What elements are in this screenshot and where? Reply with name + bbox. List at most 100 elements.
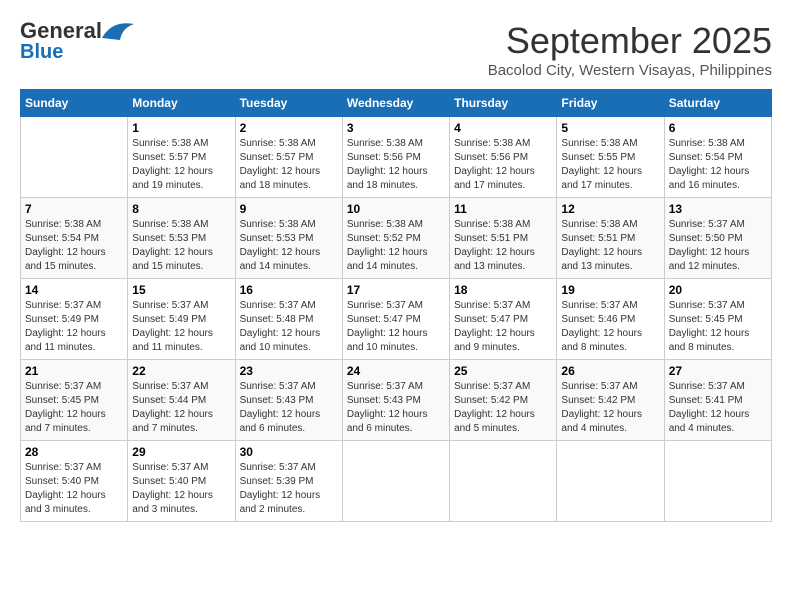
day-cell xyxy=(557,441,664,522)
day-number: 22 xyxy=(132,364,230,378)
day-number: 24 xyxy=(347,364,445,378)
week-row-5: 28 Sunrise: 5:37 AM Sunset: 5:40 PM Dayli… xyxy=(21,441,772,522)
day-cell: 5 Sunrise: 5:38 AM Sunset: 5:55 PM Daylig… xyxy=(557,117,664,198)
weekday-header-monday: Monday xyxy=(128,90,235,117)
month-title: September 2025 xyxy=(488,20,772,62)
day-number: 9 xyxy=(240,202,338,216)
day-cell: 19Sunrise: 5:37 AM Sunset: 5:46 PM Dayli… xyxy=(557,279,664,360)
logo-text: General xyxy=(20,20,102,42)
day-cell: 1Sunrise: 5:38 AM Sunset: 5:57 PM Daylig… xyxy=(128,117,235,198)
day-number: 5 xyxy=(561,121,659,135)
day-cell: 12Sunrise: 5:38 AM Sunset: 5:51 PM Dayli… xyxy=(557,198,664,279)
day-number: 13 xyxy=(669,202,767,216)
day-info: Sunrise: 5:38 AM Sunset: 5:56 PM Dayligh… xyxy=(454,137,552,193)
day-info: Sunrise: 5:37 AM Sunset: 5:41 PM Dayligh… xyxy=(669,380,767,436)
day-info: Sunrise: 5:37 AM Sunset: 5:49 PM Dayligh… xyxy=(25,299,123,355)
week-row-1: 1 Sunrise: 5:38 AM Sunset: 5:57 PM Daylig… xyxy=(21,117,772,198)
day-cell: 26 Sunrise: 5:37 AM Sunset: 5:42 PM Dayli… xyxy=(557,360,664,441)
day-info: Sunrise: 5:37 AM Sunset: 5:49 PM Dayligh… xyxy=(132,299,230,355)
day-cell: 27 Sunrise: 5:37 AM Sunset: 5:41 PM Dayli… xyxy=(664,360,771,441)
weekday-header-sunday: Sunday xyxy=(21,90,128,117)
day-info: Sunrise: 5:38 AM Sunset: 5:54 PM Dayligh… xyxy=(25,218,123,274)
day-info: Sunrise: 5:38 AM Sunset: 5:54 PM Dayligh… xyxy=(669,137,767,193)
day-number: 23 xyxy=(240,364,338,378)
location-text: Bacolod City, Western Visayas, Philippin… xyxy=(488,62,772,79)
day-number: 6 xyxy=(669,121,767,135)
day-number: 16 xyxy=(240,283,338,297)
day-number: 17 xyxy=(347,283,445,297)
day-cell: 24 Sunrise: 5:37 AM Sunset: 5:43 PM Dayli… xyxy=(342,360,449,441)
day-info: Sunrise: 5:37 AM Sunset: 5:45 PM Dayligh… xyxy=(669,299,767,355)
logo-general: General xyxy=(20,18,102,43)
day-info: Sunrise: 5:38 AM Sunset: 5:51 PM Dayligh… xyxy=(454,218,552,274)
weekday-header-friday: Friday xyxy=(557,90,664,117)
day-number: 18 xyxy=(454,283,552,297)
day-cell: 7 Sunrise: 5:38 AM Sunset: 5:54 PM Daylig… xyxy=(21,198,128,279)
day-info: Sunrise: 5:37 AM Sunset: 5:40 PM Dayligh… xyxy=(132,461,230,517)
day-info: Sunrise: 5:37 AM Sunset: 5:42 PM Dayligh… xyxy=(454,380,552,436)
day-number: 4 xyxy=(454,121,552,135)
day-info: Sunrise: 5:37 AM Sunset: 5:40 PM Dayligh… xyxy=(25,461,123,517)
day-info: Sunrise: 5:37 AM Sunset: 5:47 PM Dayligh… xyxy=(454,299,552,355)
day-cell: 18 Sunrise: 5:37 AM Sunset: 5:47 PM Dayli… xyxy=(450,279,557,360)
page-header: General Blue September 2025 Bacolod City… xyxy=(20,20,772,79)
day-info: Sunrise: 5:37 AM Sunset: 5:47 PM Dayligh… xyxy=(347,299,445,355)
day-cell: 29 Sunrise: 5:37 AM Sunset: 5:40 PM Dayli… xyxy=(128,441,235,522)
day-number: 29 xyxy=(132,445,230,459)
day-info: Sunrise: 5:37 AM Sunset: 5:50 PM Dayligh… xyxy=(669,218,767,274)
day-cell: 2 Sunrise: 5:38 AM Sunset: 5:57 PM Daylig… xyxy=(235,117,342,198)
week-row-3: 14 Sunrise: 5:37 AM Sunset: 5:49 PM Dayli… xyxy=(21,279,772,360)
day-number: 2 xyxy=(240,121,338,135)
day-cell xyxy=(21,117,128,198)
day-number: 8 xyxy=(132,202,230,216)
day-cell: 10 Sunrise: 5:38 AM Sunset: 5:52 PM Dayli… xyxy=(342,198,449,279)
day-number: 27 xyxy=(669,364,767,378)
day-info: Sunrise: 5:38 AM Sunset: 5:53 PM Dayligh… xyxy=(240,218,338,274)
day-info: Sunrise: 5:38 AM Sunset: 5:55 PM Dayligh… xyxy=(561,137,659,193)
day-cell: 14 Sunrise: 5:37 AM Sunset: 5:49 PM Dayli… xyxy=(21,279,128,360)
day-number: 28 xyxy=(25,445,123,459)
day-info: Sunrise: 5:38 AM Sunset: 5:57 PM Dayligh… xyxy=(240,137,338,193)
weekday-header-saturday: Saturday xyxy=(664,90,771,117)
day-cell: 15Sunrise: 5:37 AM Sunset: 5:49 PM Dayli… xyxy=(128,279,235,360)
day-number: 20 xyxy=(669,283,767,297)
day-cell xyxy=(450,441,557,522)
day-number: 11 xyxy=(454,202,552,216)
day-cell: 4 Sunrise: 5:38 AM Sunset: 5:56 PM Daylig… xyxy=(450,117,557,198)
logo-wing-icon xyxy=(102,20,134,42)
day-cell: 28 Sunrise: 5:37 AM Sunset: 5:40 PM Dayli… xyxy=(21,441,128,522)
day-cell: 11 Sunrise: 5:38 AM Sunset: 5:51 PM Dayli… xyxy=(450,198,557,279)
day-number: 10 xyxy=(347,202,445,216)
day-cell: 9 Sunrise: 5:38 AM Sunset: 5:53 PM Daylig… xyxy=(235,198,342,279)
day-cell: 30Sunrise: 5:37 AM Sunset: 5:39 PM Dayli… xyxy=(235,441,342,522)
day-info: Sunrise: 5:37 AM Sunset: 5:43 PM Dayligh… xyxy=(240,380,338,436)
weekday-header-wednesday: Wednesday xyxy=(342,90,449,117)
day-cell: 23 Sunrise: 5:37 AM Sunset: 5:43 PM Dayli… xyxy=(235,360,342,441)
day-number: 26 xyxy=(561,364,659,378)
day-info: Sunrise: 5:38 AM Sunset: 5:52 PM Dayligh… xyxy=(347,218,445,274)
day-info: Sunrise: 5:38 AM Sunset: 5:53 PM Dayligh… xyxy=(132,218,230,274)
day-cell: 8 Sunrise: 5:38 AM Sunset: 5:53 PM Daylig… xyxy=(128,198,235,279)
day-cell: 6 Sunrise: 5:38 AM Sunset: 5:54 PM Daylig… xyxy=(664,117,771,198)
day-number: 21 xyxy=(25,364,123,378)
week-row-4: 21Sunrise: 5:37 AM Sunset: 5:45 PM Dayli… xyxy=(21,360,772,441)
day-number: 14 xyxy=(25,283,123,297)
day-cell xyxy=(664,441,771,522)
logo: General Blue xyxy=(20,20,134,62)
day-cell: 21Sunrise: 5:37 AM Sunset: 5:45 PM Dayli… xyxy=(21,360,128,441)
day-cell: 13 Sunrise: 5:37 AM Sunset: 5:50 PM Dayli… xyxy=(664,198,771,279)
calendar-table: SundayMondayTuesdayWednesdayThursdayFrid… xyxy=(20,89,772,522)
weekday-header-thursday: Thursday xyxy=(450,90,557,117)
day-cell: 16 Sunrise: 5:37 AM Sunset: 5:48 PM Dayli… xyxy=(235,279,342,360)
day-number: 30 xyxy=(240,445,338,459)
day-info: Sunrise: 5:37 AM Sunset: 5:42 PM Dayligh… xyxy=(561,380,659,436)
day-info: Sunrise: 5:38 AM Sunset: 5:56 PM Dayligh… xyxy=(347,137,445,193)
day-cell: 17 Sunrise: 5:37 AM Sunset: 5:47 PM Dayli… xyxy=(342,279,449,360)
day-number: 7 xyxy=(25,202,123,216)
day-info: Sunrise: 5:37 AM Sunset: 5:48 PM Dayligh… xyxy=(240,299,338,355)
day-number: 3 xyxy=(347,121,445,135)
day-cell: 22Sunrise: 5:37 AM Sunset: 5:44 PM Dayli… xyxy=(128,360,235,441)
day-info: Sunrise: 5:37 AM Sunset: 5:43 PM Dayligh… xyxy=(347,380,445,436)
logo-blue: Blue xyxy=(20,42,63,62)
day-number: 1 xyxy=(132,121,230,135)
